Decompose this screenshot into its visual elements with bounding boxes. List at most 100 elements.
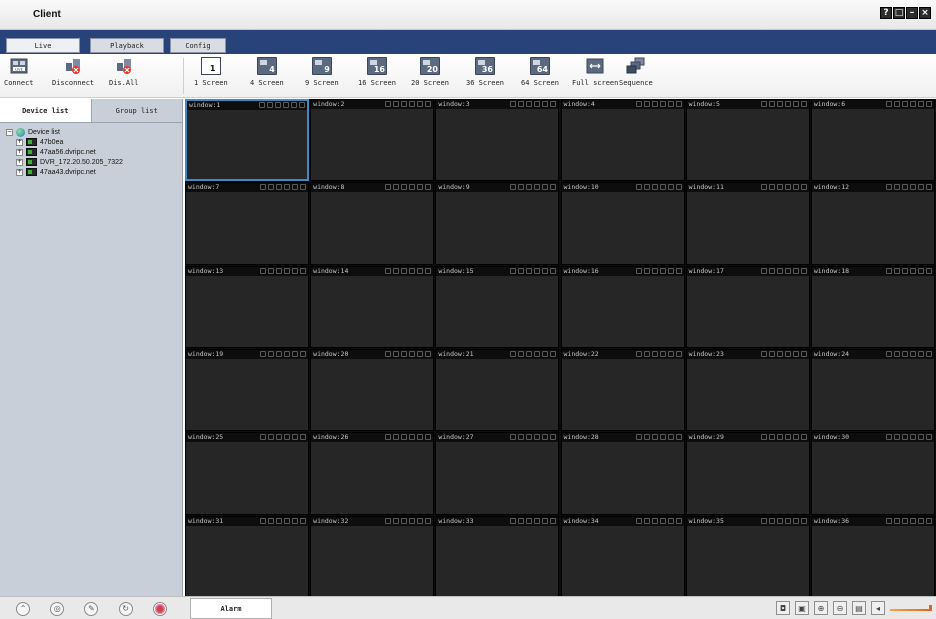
playback-icon[interactable]: ▤: [852, 601, 866, 615]
snapshot-icon[interactable]: [901, 101, 908, 107]
snapshot-icon[interactable]: [526, 101, 533, 107]
snapshot-icon[interactable]: [276, 184, 283, 191]
sixty-four-screen-button[interactable]: 64 64 Screen: [521, 57, 559, 87]
video-window[interactable]: window:18: [810, 265, 935, 348]
close-icon[interactable]: [675, 517, 682, 524]
zoom-out-icon[interactable]: [518, 351, 525, 357]
record-icon[interactable]: [409, 267, 416, 274]
alarm-tab[interactable]: Alarm: [190, 598, 272, 619]
close-icon[interactable]: [550, 517, 557, 524]
video-window[interactable]: window:13: [185, 265, 310, 348]
zoom-icon[interactable]: [635, 517, 642, 524]
record-icon[interactable]: [659, 184, 666, 191]
expand-icon[interactable]: +: [16, 168, 23, 176]
audio-icon[interactable]: [292, 517, 299, 524]
close-icon[interactable]: [925, 184, 932, 191]
zoom-icon[interactable]: [385, 267, 392, 274]
video-window[interactable]: window:16: [560, 265, 685, 348]
record-icon[interactable]: [534, 267, 541, 274]
audio-icon[interactable]: [417, 184, 424, 191]
zoom-out-icon[interactable]: [393, 101, 400, 107]
close-icon[interactable]: [425, 184, 432, 191]
record-icon[interactable]: [659, 434, 666, 441]
zoom-icon[interactable]: [885, 101, 892, 107]
record-icon[interactable]: [409, 101, 416, 107]
close-icon[interactable]: [425, 351, 432, 357]
audio-icon[interactable]: [792, 434, 799, 441]
tree-device[interactable]: + 47aa43.dvripc.net: [16, 167, 182, 177]
zoom-out-icon[interactable]: [393, 351, 400, 357]
record-icon[interactable]: [534, 517, 541, 524]
close-icon[interactable]: [675, 434, 682, 441]
zoom-icon[interactable]: [635, 184, 642, 191]
snapshot-icon[interactable]: [776, 267, 783, 274]
zoom-icon[interactable]: [635, 351, 642, 357]
video-window[interactable]: window:12: [810, 182, 935, 265]
volume-icon[interactable]: ◂: [871, 601, 885, 615]
close-button[interactable]: ×: [919, 7, 931, 19]
talk-icon[interactable]: ✎: [84, 601, 99, 616]
help-button[interactable]: ?: [880, 7, 892, 19]
zoom-icon[interactable]: [885, 434, 892, 441]
close-icon[interactable]: [800, 101, 807, 107]
four-screen-button[interactable]: 4 4 Screen: [250, 57, 284, 87]
sequence-button[interactable]: Sequence: [619, 57, 653, 87]
zoom-icon[interactable]: [260, 517, 267, 524]
zoom-out-icon[interactable]: [393, 184, 400, 191]
close-icon[interactable]: [300, 517, 307, 524]
close-icon[interactable]: [800, 434, 807, 441]
record-icon[interactable]: [409, 517, 416, 524]
zoom-out-icon[interactable]: [268, 351, 275, 357]
zoom-out-icon[interactable]: [643, 434, 650, 441]
close-icon[interactable]: [550, 184, 557, 191]
tree-device[interactable]: + 47b0ea: [16, 137, 182, 147]
close-icon[interactable]: [675, 101, 682, 107]
zoom-icon[interactable]: [760, 517, 767, 524]
record-icon[interactable]: [909, 351, 916, 357]
zoom-out-icon[interactable]: [268, 434, 275, 441]
disconnect-button[interactable]: Disconnect: [52, 57, 94, 87]
record-icon[interactable]: [284, 517, 291, 524]
record-icon[interactable]: ▣: [795, 601, 809, 615]
zoom-icon[interactable]: [760, 184, 767, 191]
close-icon[interactable]: [800, 351, 807, 357]
video-window[interactable]: window:19: [185, 349, 310, 432]
twenty-screen-button[interactable]: 20 20 Screen: [411, 57, 449, 87]
snapshot-icon[interactable]: [526, 351, 533, 357]
close-icon[interactable]: [925, 434, 932, 441]
audio-icon[interactable]: [917, 101, 924, 107]
audio-icon[interactable]: [667, 351, 674, 357]
audio-icon[interactable]: [542, 351, 549, 357]
audio-icon[interactable]: [542, 434, 549, 441]
nine-screen-button[interactable]: 9 9 Screen: [305, 57, 339, 87]
zoom-icon[interactable]: [510, 267, 517, 274]
video-window[interactable]: window:22: [560, 349, 685, 432]
snapshot-icon[interactable]: [401, 184, 408, 191]
record-icon[interactable]: [534, 351, 541, 357]
video-window[interactable]: window:35: [685, 515, 810, 598]
snapshot-icon[interactable]: [651, 434, 658, 441]
snapshot-icon[interactable]: [401, 434, 408, 441]
record-icon[interactable]: [909, 517, 916, 524]
zoom-out-icon[interactable]: [893, 351, 900, 357]
close-icon[interactable]: [425, 101, 432, 107]
disconnect-all-button[interactable]: Dis.All: [109, 57, 139, 87]
video-window[interactable]: window:3: [435, 99, 560, 182]
record-icon[interactable]: [909, 267, 916, 274]
close-icon[interactable]: [800, 517, 807, 524]
zoom-out-icon[interactable]: [768, 351, 775, 357]
zoom-icon[interactable]: [885, 351, 892, 357]
video-window[interactable]: window:11: [685, 182, 810, 265]
audio-icon[interactable]: [792, 351, 799, 357]
record-icon[interactable]: [659, 267, 666, 274]
video-window[interactable]: window:25: [185, 432, 310, 515]
zoom-out-icon[interactable]: [643, 267, 650, 274]
close-icon[interactable]: [550, 351, 557, 357]
snapshot-icon[interactable]: ◘: [776, 601, 790, 615]
zoom-icon[interactable]: [635, 267, 642, 274]
close-icon[interactable]: [675, 267, 682, 274]
snapshot-icon[interactable]: [526, 434, 533, 441]
zoom-out-icon[interactable]: [643, 101, 650, 107]
audio-icon[interactable]: [917, 517, 924, 524]
zoom-out-icon[interactable]: [518, 434, 525, 441]
